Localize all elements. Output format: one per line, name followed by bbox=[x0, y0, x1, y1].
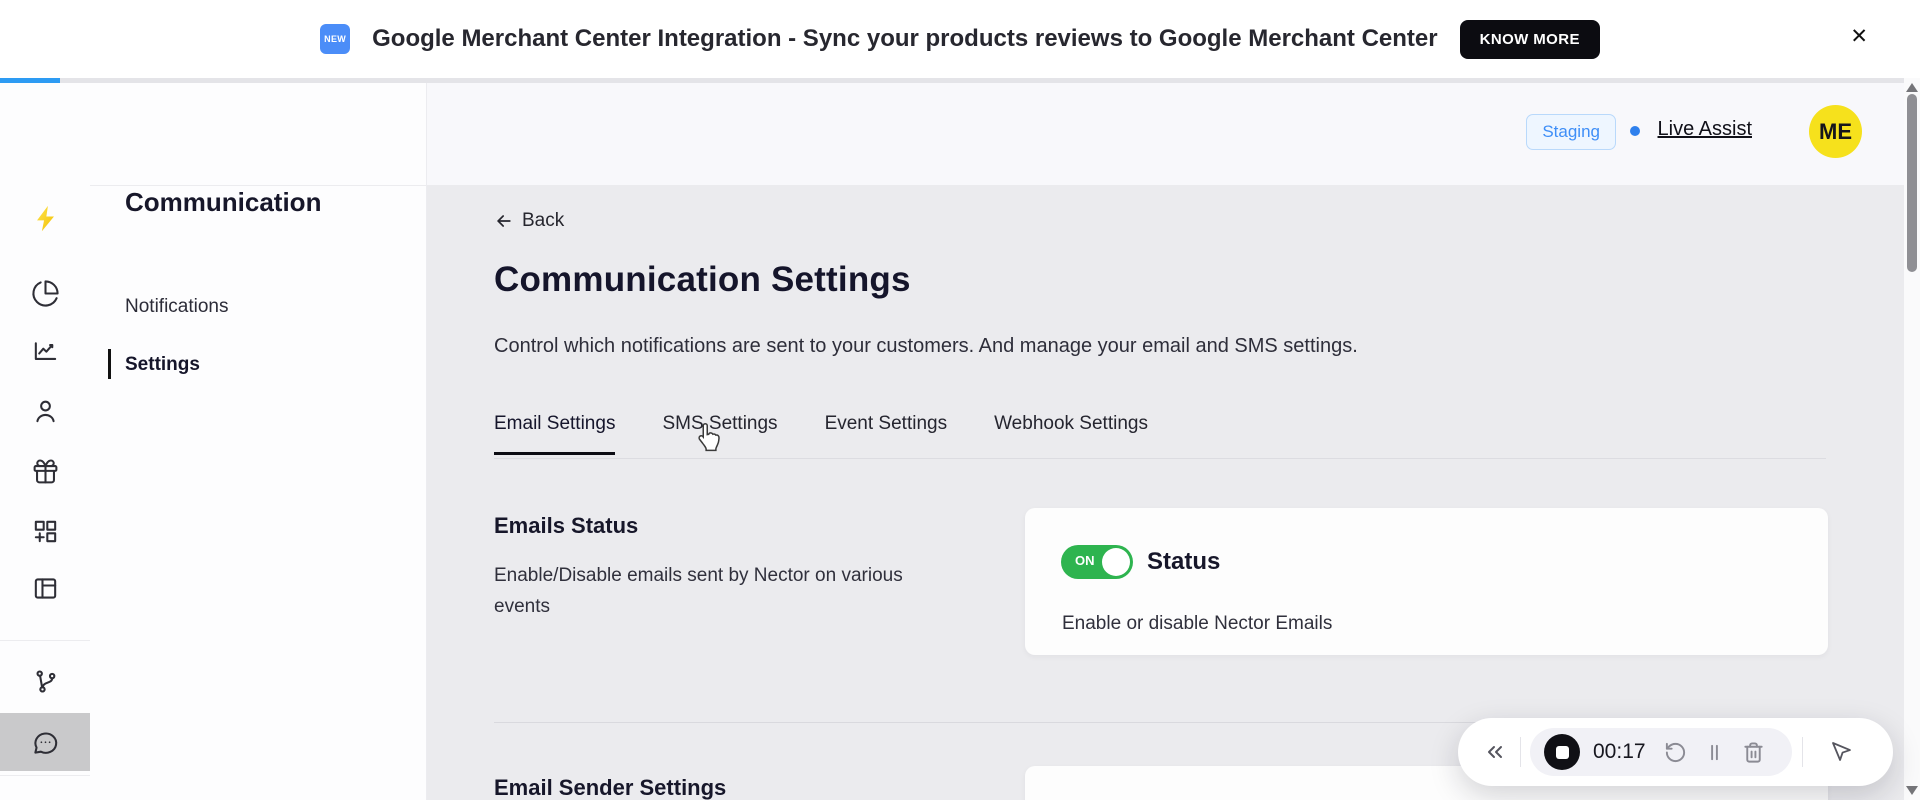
promo-banner: NEW Google Merchant Center Integration -… bbox=[0, 0, 1920, 78]
communication-subnav: Communication Notifications Settings bbox=[90, 83, 427, 800]
rail-divider bbox=[0, 640, 90, 641]
environment-badge: Staging bbox=[1526, 114, 1616, 150]
status-card-description: Enable or disable Nector Emails bbox=[1062, 613, 1333, 634]
collapse-left-icon[interactable] bbox=[1480, 737, 1510, 767]
toggle-knob bbox=[1102, 548, 1130, 576]
know-more-button[interactable]: KNOW MORE bbox=[1459, 19, 1600, 59]
recording-timer: 00:17 bbox=[1593, 740, 1646, 763]
back-label: Back bbox=[522, 210, 565, 231]
gift-icon[interactable] bbox=[0, 443, 90, 499]
scrollbar-thumb[interactable] bbox=[1907, 94, 1917, 272]
new-badge-icon: NEW bbox=[320, 24, 351, 54]
toolbar-divider bbox=[1802, 737, 1803, 767]
git-branch-icon[interactable] bbox=[0, 653, 90, 709]
banner-close-icon[interactable]: ✕ bbox=[1850, 26, 1868, 47]
progress-track bbox=[0, 78, 1920, 83]
section-desc-emails-status: Enable/Disable emails sent by Nector on … bbox=[494, 565, 903, 617]
live-assist-link[interactable]: Live Assist bbox=[1658, 118, 1752, 141]
promo-banner-text: Google Merchant Center Integration - Syn… bbox=[372, 25, 1438, 52]
stop-record-button[interactable] bbox=[1544, 734, 1580, 770]
rail-divider bbox=[0, 775, 90, 776]
line-chart-icon[interactable] bbox=[0, 322, 90, 378]
arrow-left-icon bbox=[497, 215, 511, 227]
subnav-divider bbox=[90, 185, 427, 186]
settings-tabs: Email Settings SMS Settings Event Settin… bbox=[494, 413, 1148, 455]
apps-grid-plus-icon[interactable] bbox=[0, 503, 90, 559]
lightning-logo-icon[interactable] bbox=[0, 190, 90, 246]
toggle-on-label: ON bbox=[1075, 553, 1095, 568]
emails-status-card: ON Status Enable or disable Nector Email… bbox=[1025, 508, 1828, 655]
toolbar-divider bbox=[1520, 737, 1521, 767]
progress-fill bbox=[0, 78, 60, 83]
sidebar-item-notifications[interactable]: Notifications bbox=[125, 296, 229, 318]
page-title: Communication Settings bbox=[494, 260, 911, 299]
status-card-title: Status bbox=[1147, 548, 1221, 575]
section-heading-emails-status: Emails Status bbox=[494, 513, 639, 538]
trash-icon[interactable] bbox=[1740, 739, 1766, 765]
main-content: Back Communication Settings Control whic… bbox=[427, 185, 1904, 800]
page-subtitle: Control which notifications are sent to … bbox=[494, 335, 1358, 357]
tab-event-settings[interactable]: Event Settings bbox=[825, 413, 948, 455]
tab-email-settings[interactable]: Email Settings bbox=[494, 413, 616, 455]
scrollbar-up-arrow[interactable] bbox=[1906, 83, 1918, 92]
pause-icon[interactable] bbox=[1701, 739, 1727, 765]
section-heading-email-sender: Email Sender Settings bbox=[494, 775, 727, 800]
pie-chart-icon[interactable] bbox=[0, 265, 90, 321]
rotate-reset-icon[interactable] bbox=[1662, 739, 1688, 765]
scrollbar-down-arrow[interactable] bbox=[1906, 786, 1918, 795]
layout-panel-icon[interactable] bbox=[0, 560, 90, 616]
chat-bubble-icon[interactable] bbox=[0, 713, 90, 771]
mouse-pointer-icon[interactable] bbox=[1826, 737, 1856, 767]
tab-webhook-settings[interactable]: Webhook Settings bbox=[994, 413, 1148, 455]
live-status-dot bbox=[1630, 126, 1640, 136]
status-toggle[interactable]: ON bbox=[1061, 545, 1133, 579]
screen-recorder-toolbar: 00:17 bbox=[1458, 718, 1893, 786]
stop-square-icon bbox=[1555, 745, 1569, 759]
top-header: Staging Live Assist ME bbox=[427, 83, 1904, 185]
subnav-title: Communication bbox=[125, 187, 322, 217]
tabs-rule bbox=[494, 458, 1826, 459]
avatar[interactable]: ME bbox=[1809, 105, 1862, 158]
recorder-controls: 00:17 bbox=[1530, 728, 1792, 776]
user-icon[interactable] bbox=[0, 383, 90, 439]
vertical-scrollbar bbox=[1904, 78, 1920, 800]
active-item-bar bbox=[108, 349, 111, 379]
back-button[interactable]: Back bbox=[494, 210, 564, 232]
icon-rail bbox=[0, 83, 90, 800]
sidebar-item-settings[interactable]: Settings bbox=[125, 354, 200, 376]
tab-sms-settings[interactable]: SMS Settings bbox=[662, 413, 777, 455]
